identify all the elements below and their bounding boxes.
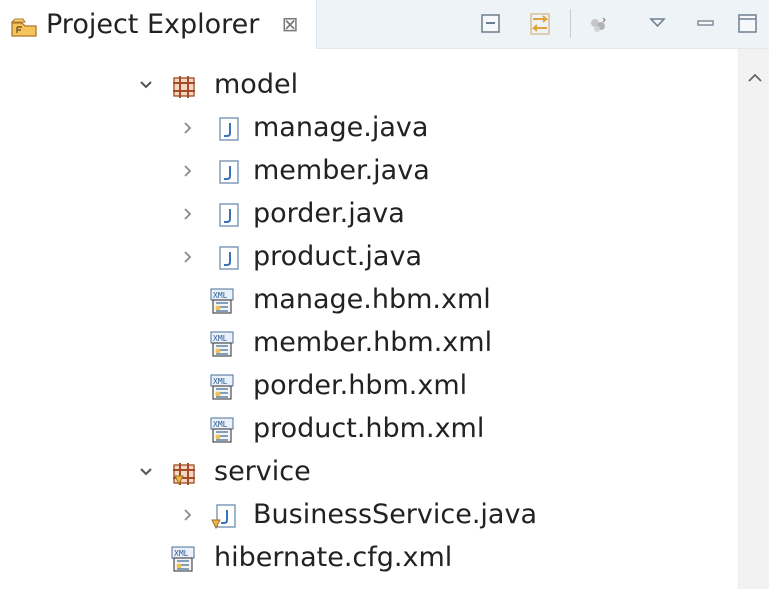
xml-file-icon: XML [207, 372, 237, 402]
project-explorer-window: Project Explorer ⊠ model manage.java mem… [0, 0, 769, 589]
chevron-right-icon[interactable] [178, 118, 198, 138]
tree-item-label: BusinessService.java [253, 499, 538, 530]
tree-item-label: service [214, 456, 311, 487]
view-title: Project Explorer [46, 9, 260, 40]
package-icon [169, 71, 199, 101]
xml-file-icon: XML [168, 544, 198, 574]
chevron-down-icon[interactable] [136, 462, 156, 482]
tree-item-porder-hbm-xml[interactable]: XML porder.hbm.xml [0, 365, 738, 408]
tree-item-manage-java[interactable]: manage.java [0, 107, 738, 150]
view-toolbar: Project Explorer ⊠ [0, 0, 769, 49]
filter-icon[interactable] [583, 10, 613, 38]
svg-text:XML: XML [213, 334, 228, 343]
project-explorer-icon [10, 16, 39, 38]
tree-item-label: member.hbm.xml [253, 327, 493, 358]
project-explorer-tab[interactable]: Project Explorer ⊠ [0, 0, 317, 49]
tree-item-product-java[interactable]: product.java [0, 236, 738, 279]
tree-item-label: porder.hbm.xml [253, 370, 468, 401]
tree-item-label: member.java [253, 155, 430, 186]
vertical-scrollbar[interactable] [738, 49, 769, 589]
tree-item-label: product.hbm.xml [253, 413, 485, 444]
tree-item-businessservice-java[interactable]: BusinessService.java [0, 494, 738, 537]
java-file-icon [214, 157, 244, 187]
xml-file-icon: XML [207, 286, 237, 316]
scroll-up-icon[interactable] [746, 69, 764, 87]
svg-text:XML: XML [213, 377, 228, 386]
xml-file-icon: XML [207, 329, 237, 359]
tree-item-label: model [214, 69, 299, 100]
link-with-editor-icon[interactable] [525, 10, 555, 38]
minimize-icon[interactable] [691, 10, 721, 38]
xml-file-icon: XML [207, 415, 237, 445]
svg-text:XML: XML [174, 549, 189, 558]
tree-item-label: porder.java [253, 198, 405, 229]
view-menu-icon[interactable] [643, 10, 673, 38]
chevron-right-icon[interactable] [178, 204, 198, 224]
chevron-down-icon[interactable] [136, 75, 156, 95]
tree-item-porder-java[interactable]: porder.java [0, 193, 738, 236]
toolbar-separator [570, 9, 571, 38]
tree-item-label: hibernate.cfg.xml [214, 542, 453, 573]
tree-item-member-hbm-xml[interactable]: XML member.hbm.xml [0, 322, 738, 365]
project-tree: model manage.java member.java porder.jav… [0, 49, 738, 589]
tree-item-product-hbm-xml[interactable]: XML product.hbm.xml [0, 408, 738, 451]
tree-item-member-java[interactable]: member.java [0, 150, 738, 193]
tree-item-label: product.java [253, 241, 423, 272]
java-file-icon [214, 114, 244, 144]
chevron-right-icon[interactable] [178, 247, 198, 267]
chevron-right-icon[interactable] [178, 505, 198, 525]
close-view-icon[interactable]: ⊠ [278, 12, 302, 36]
java-file-icon [214, 243, 244, 273]
svg-text:XML: XML [213, 420, 228, 429]
tree-item-hibernate-cfg-xml[interactable]: XML hibernate.cfg.xml [0, 537, 738, 580]
tree-item-manage-hbm-xml[interactable]: XML manage.hbm.xml [0, 279, 738, 322]
maximize-icon[interactable] [733, 10, 763, 38]
chevron-right-icon[interactable] [178, 161, 198, 181]
tree-item-service[interactable]: service [0, 451, 738, 494]
java-file-icon [214, 200, 244, 230]
tree-item-model[interactable]: model [0, 64, 738, 107]
package-icon [169, 458, 199, 488]
svg-text:XML: XML [213, 291, 228, 300]
collapse-all-icon[interactable] [476, 10, 506, 38]
tree-item-label: manage.hbm.xml [253, 284, 491, 315]
tree-item-label: manage.java [253, 112, 429, 143]
java-file-icon [210, 501, 240, 531]
